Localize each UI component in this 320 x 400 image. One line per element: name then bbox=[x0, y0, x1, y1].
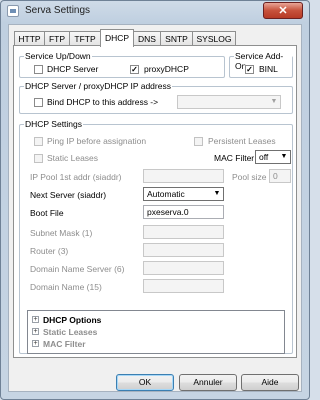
ok-button[interactable]: OK bbox=[116, 374, 174, 391]
persistent-leases-checkbox[interactable] bbox=[194, 137, 203, 146]
next-server-label: Next Server (siaddr) bbox=[30, 190, 107, 200]
next-server-value: Automatic bbox=[147, 189, 185, 199]
tab-syslog[interactable]: SYSLOG bbox=[192, 31, 236, 46]
tab-http[interactable]: HTTP bbox=[14, 31, 45, 46]
binl-checkbox[interactable]: ✓ bbox=[245, 65, 254, 74]
tree-item-label: DHCP Options bbox=[43, 315, 102, 325]
domain-name-input[interactable] bbox=[143, 279, 224, 293]
tab-tftp[interactable]: TFTP bbox=[69, 31, 101, 46]
binl-label: BINL bbox=[259, 64, 278, 74]
static-leases-label: Static Leases bbox=[47, 153, 99, 163]
tab-dhcp[interactable]: DHCP bbox=[100, 29, 134, 47]
dhcp-tab-panel: Service Up/Down DHCP Server ✓ proxyDHCP … bbox=[13, 45, 297, 358]
dhcp-server-label: DHCP Server bbox=[47, 64, 99, 74]
bind-address-title: DHCP Server / proxyDHCP IP address bbox=[24, 81, 172, 91]
chevron-down-icon: ▼ bbox=[270, 98, 278, 105]
title-bar[interactable]: Serva Settings ✕ bbox=[1, 1, 309, 23]
pool-size-label: Pool size bbox=[232, 172, 267, 182]
tab-ftp[interactable]: FTP bbox=[44, 31, 70, 46]
tab-dns[interactable]: DNS bbox=[133, 31, 161, 46]
ping-ip-label: Ping IP before assignation bbox=[47, 136, 147, 146]
next-server-select[interactable]: Automatic ▼ bbox=[143, 187, 224, 201]
expand-icon[interactable]: + bbox=[32, 328, 39, 335]
window-title: Serva Settings bbox=[25, 5, 91, 16]
dns-label: Domain Name Server (6) bbox=[30, 264, 125, 274]
pool-size-input[interactable]: 0 bbox=[269, 169, 291, 183]
router-label: Router (3) bbox=[30, 246, 69, 256]
mac-filter-select[interactable]: off ▼ bbox=[255, 150, 291, 164]
proxy-dhcp-label: proxyDHCP bbox=[144, 64, 189, 74]
close-icon: ✕ bbox=[278, 5, 288, 17]
static-leases-checkbox[interactable] bbox=[34, 154, 43, 163]
close-button[interactable]: ✕ bbox=[263, 2, 303, 19]
expand-icon[interactable]: + bbox=[32, 316, 39, 323]
router-input[interactable] bbox=[143, 243, 224, 257]
service-addon-group: Service Add-On ✓ BINL bbox=[229, 51, 293, 78]
service-updown-title: Service Up/Down bbox=[24, 51, 92, 61]
tree-item-label: MAC Filter bbox=[43, 339, 86, 349]
tree-item-label: Static Leases bbox=[43, 327, 98, 337]
dns-input[interactable] bbox=[143, 261, 224, 275]
settings-window: Serva Settings ✕ HTTP FTP TFTP DHCP DNS … bbox=[0, 0, 310, 400]
persistent-leases-label: Persistent Leases bbox=[208, 136, 276, 146]
boot-file-label: Boot File bbox=[30, 208, 64, 218]
boot-file-input[interactable]: pxeserva.0 bbox=[143, 205, 224, 219]
proxy-dhcp-checkbox[interactable]: ✓ bbox=[130, 65, 139, 74]
expand-icon[interactable]: + bbox=[32, 340, 39, 347]
dialog-client: HTTP FTP TFTP DHCP DNS SNTP SYSLOG Servi… bbox=[8, 24, 302, 392]
bind-dhcp-label: Bind DHCP to this address -> bbox=[47, 97, 159, 107]
chevron-down-icon: ▼ bbox=[280, 153, 288, 160]
ping-ip-checkbox[interactable] bbox=[34, 137, 43, 146]
ip-pool-label: IP Pool 1st addr (siaddr) bbox=[30, 172, 122, 182]
dhcp-server-checkbox[interactable] bbox=[34, 65, 43, 74]
options-tree: + DHCP Options + Static Leases + MAC Fil… bbox=[27, 310, 285, 354]
app-icon bbox=[7, 5, 19, 17]
help-button[interactable]: Aide bbox=[241, 374, 299, 391]
subnet-mask-input[interactable] bbox=[143, 225, 224, 239]
tab-sntp[interactable]: SNTP bbox=[160, 31, 193, 46]
chevron-down-icon: ▼ bbox=[213, 190, 221, 197]
subnet-mask-label: Subnet Mask (1) bbox=[30, 228, 93, 238]
dhcp-settings-title: DHCP Settings bbox=[24, 119, 84, 129]
domain-name-label: Domain Name (15) bbox=[30, 282, 102, 292]
mac-filter-label: MAC Filter bbox=[214, 153, 255, 163]
ip-pool-input[interactable] bbox=[143, 169, 224, 183]
bind-address-select[interactable]: ▼ bbox=[177, 95, 281, 109]
bind-dhcp-checkbox[interactable] bbox=[34, 98, 43, 107]
cancel-button[interactable]: Annuler bbox=[179, 374, 237, 391]
mac-filter-value: off bbox=[259, 152, 269, 162]
bind-address-group: DHCP Server / proxyDHCP IP address Bind … bbox=[19, 81, 293, 114]
service-updown-group: Service Up/Down DHCP Server ✓ proxyDHCP bbox=[19, 51, 225, 78]
